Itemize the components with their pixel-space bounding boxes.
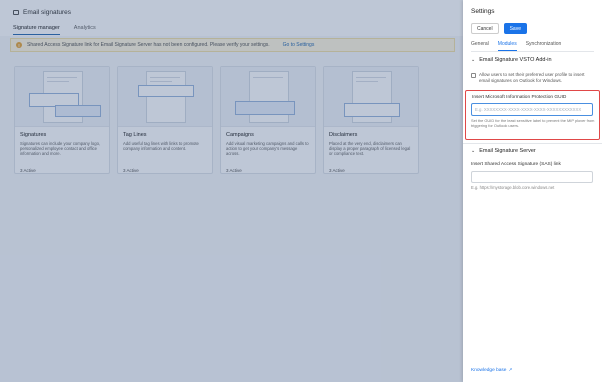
chevron-down-icon: ⌄: [471, 147, 476, 154]
modal-overlay[interactable]: [0, 0, 463, 382]
tab-synchronization[interactable]: Synchronization: [526, 41, 562, 51]
external-link-icon: ↗: [508, 367, 513, 372]
settings-panel: Settings Cancel Save General Modules Syn…: [463, 0, 602, 382]
tab-modules[interactable]: Modules: [497, 41, 517, 51]
profile-checkbox[interactable]: [471, 73, 476, 78]
knowledge-base-link[interactable]: Knowledge base ↗: [471, 367, 512, 373]
knowledge-base-label: Knowledge base: [471, 367, 507, 373]
section-divider: [463, 143, 602, 144]
mip-guid-label: Insert Microsoft Information Protection …: [472, 95, 567, 100]
chevron-down-icon: ⌄: [471, 56, 476, 63]
sas-link-input[interactable]: [471, 171, 593, 183]
cancel-button[interactable]: Cancel: [471, 23, 499, 34]
settings-tabs: General Modules Synchronization: [471, 41, 594, 52]
profile-checkbox-label: Allow users to set their preferred user …: [479, 72, 585, 83]
sas-link-label: Insert Shared Access Signature (SAS) lin…: [471, 162, 561, 167]
profile-checkbox-row[interactable]: Allow users to set their preferred user …: [471, 72, 595, 83]
settings-title: Settings: [471, 8, 495, 15]
sas-link-hint: E.g. https://mystorage.blob.core.windows…: [471, 185, 555, 190]
tab-general[interactable]: General: [471, 41, 489, 51]
save-button[interactable]: Save: [503, 23, 527, 34]
vsto-section-header[interactable]: ⌄ Email Signature VSTO Add-in: [463, 57, 560, 63]
mip-guid-help: Set the GUID for the least sensitive lab…: [471, 118, 595, 128]
server-section-header[interactable]: ⌄ Email Signature Server: [463, 148, 544, 154]
vsto-heading: Email Signature VSTO Add-in: [479, 57, 552, 63]
mip-guid-input[interactable]: [471, 103, 593, 116]
server-heading: Email Signature Server: [479, 148, 536, 154]
